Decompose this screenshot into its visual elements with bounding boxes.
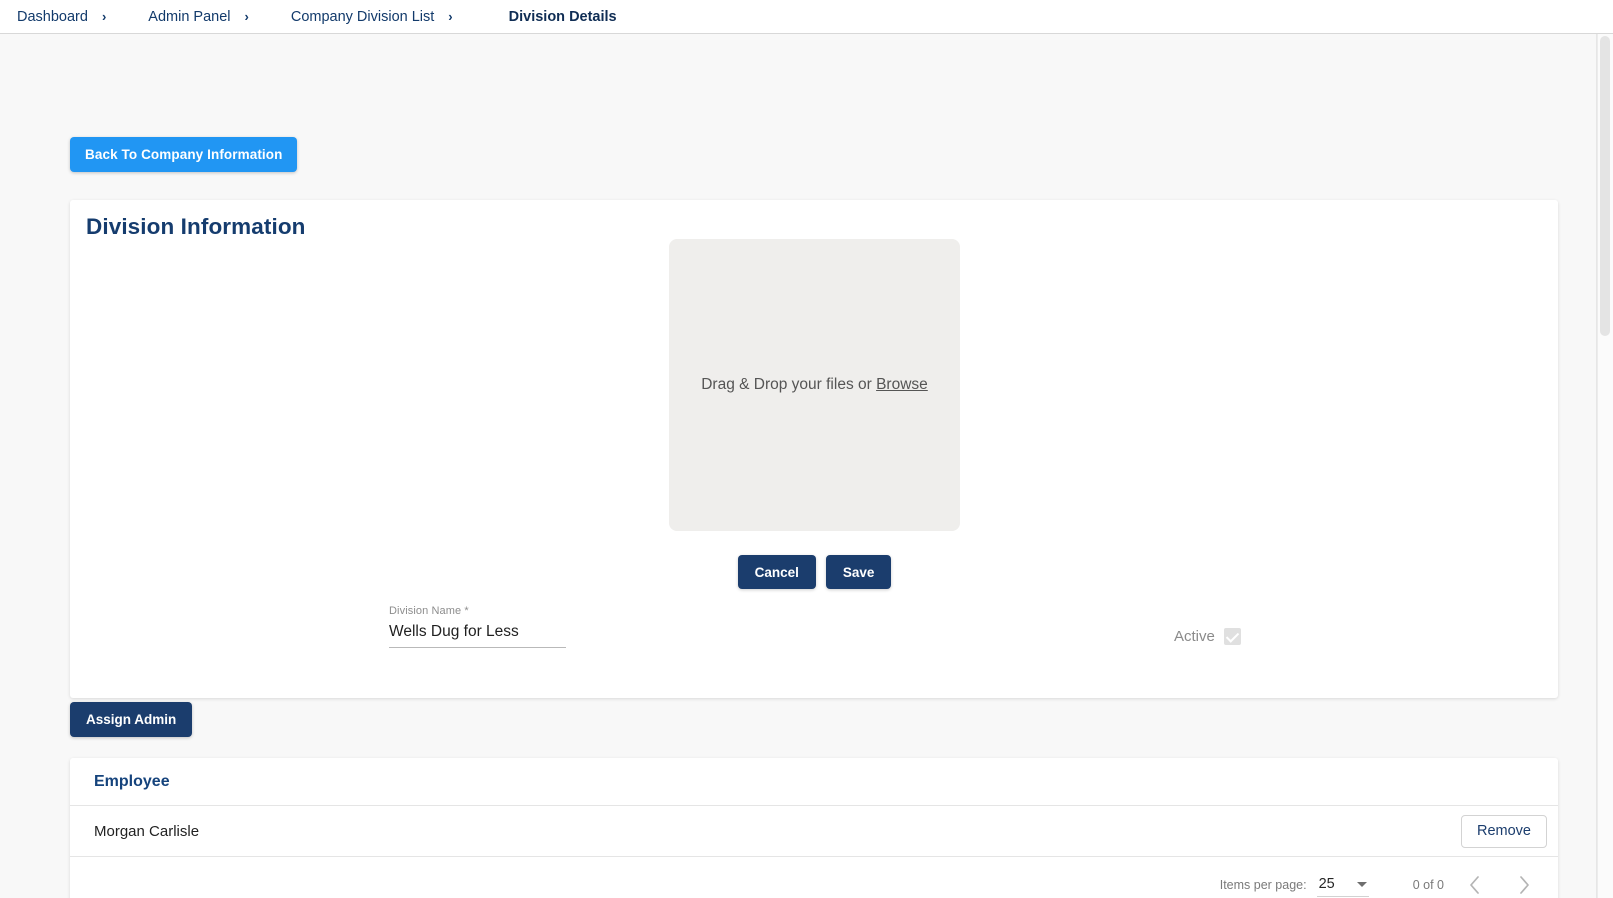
employee-table: Employee Morgan Carlisle Remove Items pe… (70, 758, 1558, 898)
active-toggle[interactable]: Active (1174, 628, 1241, 645)
next-page-button[interactable] (1504, 865, 1544, 898)
breadcrumb-item-dashboard[interactable]: Dashboard › (17, 9, 120, 25)
page-content-area: Back To Company Information Division Inf… (0, 34, 1597, 898)
chevron-right-icon (1519, 876, 1529, 894)
chevron-down-icon (1356, 881, 1367, 887)
scrollbar-thumb[interactable] (1600, 36, 1610, 336)
browse-link[interactable]: Browse (876, 376, 928, 393)
file-action-buttons: Cancel Save (669, 555, 960, 589)
breadcrumb: Dashboard › Admin Panel › Company Divisi… (0, 0, 1613, 34)
paginator: Items per page: 25 0 of 0 (70, 857, 1558, 898)
breadcrumb-label[interactable]: Company Division List (291, 9, 434, 25)
table-row: Morgan Carlisle Remove (70, 806, 1558, 857)
page-range-label: 0 of 0 (1412, 878, 1444, 892)
remove-employee-button[interactable]: Remove (1461, 814, 1547, 848)
employee-name: Morgan Carlisle (94, 822, 200, 840)
back-to-company-information-button[interactable]: Back To Company Information (70, 137, 298, 172)
division-information-card: Division Information Drag & Drop your fi… (70, 200, 1558, 698)
breadcrumb-label[interactable]: Admin Panel (148, 9, 230, 25)
chevron-right-icon: › (101, 9, 107, 24)
file-dropzone[interactable]: Drag & Drop your files or Browse (669, 239, 960, 531)
division-name-field: Division Name * (389, 605, 566, 648)
dropzone-prompt: Drag & Drop your files or Browse (701, 376, 928, 394)
employee-column-header: Employee (70, 758, 1558, 806)
vertical-scrollbar[interactable] (1597, 34, 1613, 898)
items-per-page-value: 25 (1318, 876, 1335, 892)
save-button[interactable]: Save (825, 555, 892, 589)
breadcrumb-item-division-details: Division Details (508, 8, 617, 25)
cancel-button[interactable]: Cancel (737, 555, 816, 589)
chevron-right-icon: › (244, 9, 249, 24)
active-label: Active (1174, 628, 1215, 645)
dropzone-prompt-text: Drag & Drop your files or (701, 376, 877, 393)
chevron-right-icon: › (448, 9, 453, 24)
page-body: Back To Company Information Division Inf… (0, 34, 1613, 898)
items-per-page-select[interactable]: 25 (1316, 873, 1369, 897)
division-name-label: Division Name * (389, 605, 469, 617)
page-title: Division Information (86, 214, 306, 239)
breadcrumb-item-admin-panel[interactable]: Admin Panel › (148, 9, 263, 25)
breadcrumb-label[interactable]: Dashboard (17, 9, 88, 25)
items-per-page-label: Items per page: (1219, 878, 1307, 892)
previous-page-button[interactable] (1454, 865, 1494, 898)
division-name-input[interactable] (389, 623, 566, 648)
chevron-left-icon (1469, 876, 1479, 894)
breadcrumb-item-company-division-list[interactable]: Company Division List › (291, 9, 467, 25)
active-checkbox (1223, 628, 1241, 645)
assign-admin-button[interactable]: Assign Admin (70, 702, 193, 737)
